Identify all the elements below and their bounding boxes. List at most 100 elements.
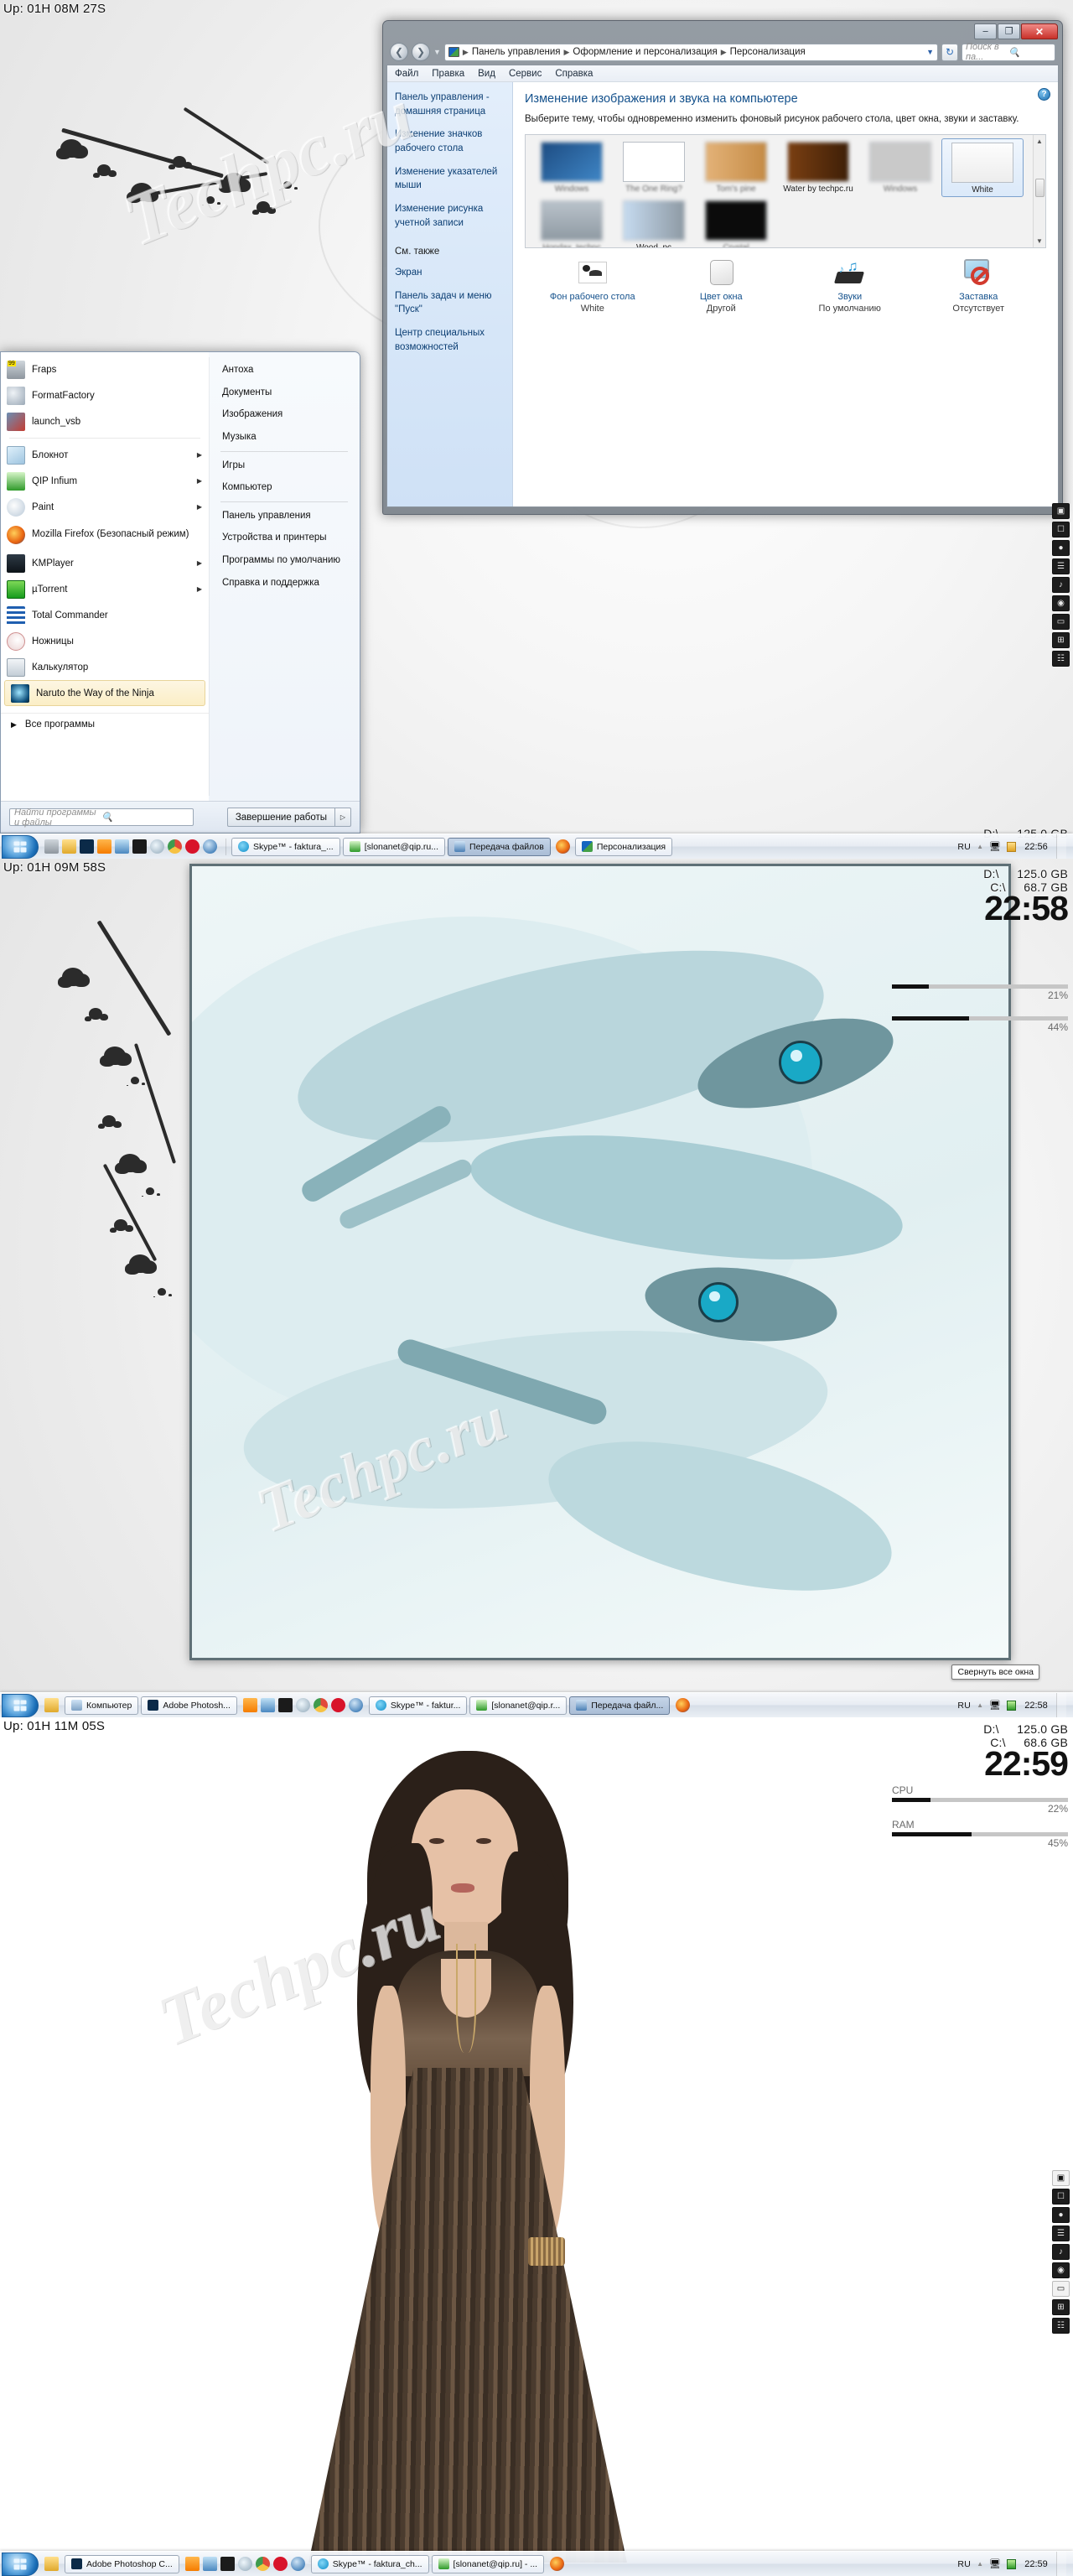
firefox-icon[interactable] [555, 839, 570, 854]
quick-launch-2b[interactable] [240, 1698, 366, 1712]
address-bar[interactable]: ▶ Панель управления ▶ Оформление и персо… [443, 43, 938, 61]
forward-button[interactable]: ❯ [412, 43, 430, 61]
chrome-icon[interactable] [313, 1698, 328, 1712]
monitor-icon[interactable]: ▣ [1052, 2170, 1070, 2186]
taskbar-clock[interactable]: 22:56 [1022, 842, 1050, 852]
start-search-input[interactable]: Найти программы и файлы [14, 808, 101, 828]
window-titlebar[interactable]: – ❐ ✕ [386, 23, 1059, 43]
taskbar-1[interactable]: Skype™ - faktura_... [slonanet@qip.ru...… [0, 834, 1073, 859]
terminal-icon[interactable] [220, 2557, 235, 2571]
vlc-icon[interactable] [184, 2557, 200, 2571]
nav-link-mouse-pointers[interactable]: Изменение указателей мыши [395, 165, 505, 193]
option-label[interactable]: Звуки [785, 292, 915, 302]
quick-launch-3[interactable] [41, 2557, 62, 2571]
record-icon[interactable]: ◉ [1052, 595, 1070, 611]
maximize-button[interactable]: ❐ [998, 23, 1020, 39]
safari-icon[interactable] [150, 839, 164, 854]
qip-tray-icon[interactable] [1007, 1700, 1016, 1711]
firefox-icon[interactable] [676, 1698, 691, 1712]
menu-item-view[interactable]: Вид [478, 69, 495, 79]
terminal-icon[interactable] [132, 839, 147, 854]
taskbar-button-qip[interactable]: [slonanet@qip.r... [469, 1696, 568, 1715]
system-tray-2[interactable]: RU ▲ 🖥 22:58 [952, 1692, 1071, 1717]
taskbar-button-qip[interactable]: [slonanet@qip.ru] - ... [431, 2554, 545, 2573]
start-menu[interactable]: 99 Fraps FormatFactory launch_vsb Блокно… [0, 351, 360, 834]
document-icon[interactable]: ☷ [1052, 2318, 1070, 2334]
taskbar-button-skype[interactable]: Skype™ - faktura_... [231, 837, 340, 856]
camera-icon[interactable]: ● [1052, 540, 1070, 556]
volume-icon[interactable]: ♪ [1052, 2244, 1070, 2260]
theme-item[interactable]: Water by techpc.ru [777, 138, 859, 197]
record-icon[interactable]: ◉ [1052, 2262, 1070, 2278]
qip-tray-icon[interactable] [1007, 841, 1016, 852]
teamviewer-icon[interactable] [260, 1698, 275, 1712]
taskbar-button-computer[interactable]: Компьютер [65, 1696, 139, 1715]
nav-link-desktop-icons[interactable]: Изменение значков рабочего стола [395, 127, 505, 155]
vlc-icon[interactable] [242, 1698, 257, 1712]
theme-item[interactable]: Tom's pine [695, 138, 777, 197]
screenshot-icon[interactable]: ☐ [1052, 522, 1070, 538]
shutdown-control[interactable]: Завершение работы ▷ [226, 808, 351, 827]
windows-icon[interactable]: ⊞ [1052, 632, 1070, 648]
search-box[interactable]: Поиск в па... 🔍 [962, 42, 1055, 62]
chevron-right-icon[interactable]: ▶ [197, 585, 202, 593]
vlc-icon[interactable] [97, 839, 111, 854]
back-button[interactable]: ❮ [390, 43, 408, 61]
language-indicator[interactable]: RU [957, 842, 971, 852]
option-label[interactable]: Фон рабочего стола [528, 292, 657, 302]
chevron-right-icon[interactable]: ▶ [197, 503, 202, 511]
place-control-panel[interactable]: Панель управления [219, 505, 360, 527]
art-image-window[interactable] [189, 864, 1011, 1660]
chrome-icon[interactable] [168, 839, 182, 854]
nav-link-control-panel-home[interactable]: Панель управления - домашняя страница [395, 91, 505, 118]
place-default-programs[interactable]: Программы по умолчанию [219, 549, 360, 572]
qip-tray-icon[interactable] [1007, 2558, 1016, 2569]
option-label[interactable]: Заставка [915, 292, 1044, 302]
all-programs-button[interactable]: ▶ Все программы [1, 713, 209, 735]
place-music[interactable]: Музыка [219, 426, 360, 449]
safari-icon[interactable] [295, 1698, 310, 1712]
taskbar-button-photoshop[interactable]: Adobe Photosh... [141, 1696, 237, 1715]
opera-icon[interactable] [185, 839, 200, 854]
breadcrumb-3[interactable]: Персонализация [730, 47, 806, 57]
show-desktop-button[interactable] [1056, 2551, 1066, 2576]
place-help-support[interactable]: Справка и поддержка [219, 572, 360, 595]
breadcrumb-2[interactable]: Оформление и персонализация [573, 47, 717, 57]
place-pictures[interactable]: Изображения [219, 403, 360, 426]
history-dropdown-icon[interactable]: ▼ [433, 48, 441, 56]
screenshot-icon[interactable]: ☐ [1052, 2189, 1070, 2205]
start-item-paint[interactable]: Paint ▶ [1, 494, 209, 520]
taskbar-button-skype[interactable]: Skype™ - faktur... [368, 1696, 468, 1715]
shutdown-button[interactable]: Завершение работы [226, 808, 334, 827]
taskbar-2[interactable]: Компьютер Adobe Photosh... Skype™ - fakt… [0, 1692, 1073, 1717]
language-indicator[interactable]: RU [957, 1701, 971, 1711]
option-desktop-background[interactable]: Фон рабочего стола White [528, 257, 657, 314]
windows-icon[interactable]: ⊞ [1052, 2299, 1070, 2315]
language-indicator[interactable]: RU [957, 2559, 971, 2569]
option-sounds[interactable]: ♫ ♪ Звуки По умолчанию [785, 257, 915, 314]
scroll-up-icon[interactable]: ▲ [1034, 135, 1045, 148]
system-tray-1[interactable]: RU ▲ 🖥 22:56 [952, 834, 1071, 859]
document-icon[interactable]: ☷ [1052, 651, 1070, 667]
taskbar-button-photoshop[interactable]: Adobe Photoshop C... [65, 2554, 179, 2573]
place-devices-printers[interactable]: Устройства и принтеры [219, 527, 360, 549]
theme-item[interactable]: Windows [531, 138, 613, 197]
see-also-display[interactable]: Экран [395, 266, 505, 280]
start-item-notepad[interactable]: Блокнот ▶ [1, 442, 209, 468]
start-item-naruto[interactable]: Naruto the Way of the Ninja [4, 680, 205, 706]
menu-item-file[interactable]: Файл [395, 69, 418, 79]
taskbar-button-file-transfer[interactable]: Передача файл... [569, 1696, 671, 1715]
scrollbar-thumb[interactable] [1035, 178, 1044, 197]
network-icon[interactable]: 🖥 [989, 1700, 1001, 1711]
opera-icon[interactable] [272, 2557, 288, 2571]
help-icon[interactable]: ? [1038, 88, 1050, 101]
firefox-icon[interactable] [550, 2557, 565, 2571]
start-button[interactable] [2, 2552, 39, 2576]
taskbar-button-skype[interactable]: Skype™ - faktura_ch... [310, 2554, 429, 2573]
show-hidden-icon[interactable]: ▲ [977, 2560, 983, 2568]
menu-item-tools[interactable]: Сервис [509, 69, 542, 79]
taskbar-clock[interactable]: 22:59 [1022, 2559, 1050, 2569]
desktop-icon-dock-1[interactable]: ▣ ☐ ● ☰ ♪ ◉ ▭ ⊞ ☷ [1052, 503, 1070, 667]
theme-list[interactable]: Windows The One Ring? Tom's pine Water b… [525, 133, 1046, 248]
explorer-icon[interactable] [62, 839, 76, 854]
